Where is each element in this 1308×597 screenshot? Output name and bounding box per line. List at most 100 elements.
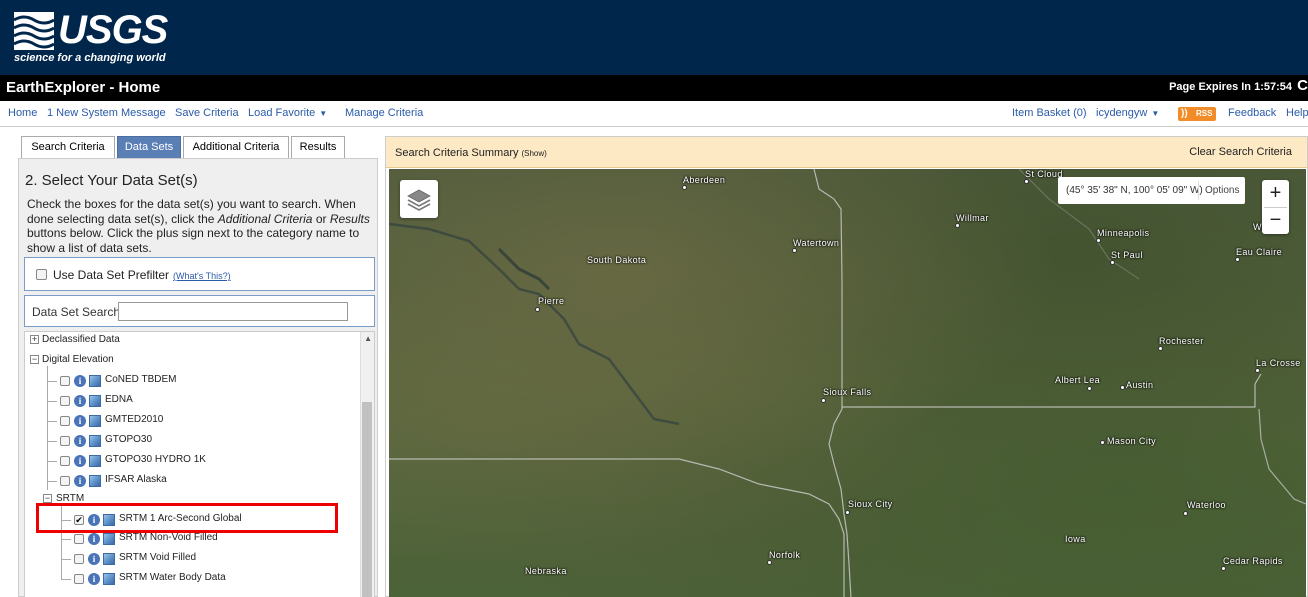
tree-connector [61,579,71,580]
nav-item-basket[interactable]: Item Basket (0) [1012,107,1087,119]
map-coverage-icon[interactable] [103,553,115,565]
map-coverage-icon[interactable] [89,375,101,387]
dataset-checkbox[interactable] [74,574,84,584]
city-marker [1235,257,1240,262]
city-marker [1120,385,1125,390]
dataset-checkbox[interactable] [74,534,84,544]
zoom-control: + − [1262,180,1289,234]
city-marker [1096,238,1101,243]
info-icon[interactable]: i [74,455,86,467]
map-coverage-icon[interactable] [103,573,115,585]
collapse-minus-icon[interactable]: − [43,494,52,503]
info-icon[interactable]: i [88,573,100,585]
nav-load-favorite-label: Load Favorite [248,107,316,119]
layers-button[interactable] [400,180,438,218]
tree-item[interactable]: i SRTM Water Body Data [25,570,325,588]
tab-additional-criteria[interactable]: Additional Criteria [183,136,289,158]
nav-feedback[interactable]: Feedback [1228,107,1276,119]
tree-item[interactable]: i IFSAR Alaska [25,472,325,490]
tree-connector [47,421,57,422]
nav-load-favorite[interactable]: Load Favorite ▼ [248,107,327,119]
expand-plus-icon[interactable]: + [30,335,39,344]
dataset-checkbox[interactable] [60,476,70,486]
map-coverage-icon[interactable] [103,533,115,545]
dataset-checkbox[interactable] [60,436,70,446]
map-label-sioux-falls: Sioux Falls [823,387,872,397]
tree-item[interactable]: i GTOPO30 HYDRO 1K [25,452,325,470]
tab-results[interactable]: Results [291,136,345,158]
collapse-minus-icon[interactable]: − [30,355,39,364]
city-marker [1024,179,1029,184]
map-label-willmar: Willmar [956,213,989,223]
dataset-search-input[interactable] [118,302,348,321]
criteria-summary-title[interactable]: Search Criteria Summary (Show) [395,147,547,159]
nav-save-criteria[interactable]: Save Criteria [175,107,239,119]
session-expires: Page Expires In 1:57:54 [1169,81,1292,93]
map-options-button[interactable]: Options [1205,185,1239,196]
city-marker [1100,440,1105,445]
usgs-tagline: science for a changing world [14,52,166,64]
dataset-checkbox[interactable] [60,376,70,386]
map-label-pierre: Pierre [538,296,565,306]
dataset-checkbox[interactable] [60,416,70,426]
tree-item[interactable]: i GMTED2010 [25,412,325,430]
info-icon[interactable]: i [74,415,86,427]
tree-category-label: Declassified Data [42,334,120,345]
info-icon[interactable]: i [74,475,86,487]
tree-item[interactable]: i GTOPO30 [25,432,325,450]
map-coverage-icon[interactable] [89,455,101,467]
zoom-in-button[interactable]: + [1262,180,1289,207]
map-coverage-icon[interactable] [89,395,101,407]
rss-button[interactable]: )) RSS [1178,107,1216,121]
nav-system-message[interactable]: 1 New System Message [47,107,166,119]
tree-item[interactable]: i SRTM Void Filled [25,550,325,568]
dataset-label: SRTM Water Body Data [119,572,226,583]
zoom-out-button[interactable]: − [1262,207,1289,234]
dataset-label: GMTED2010 [105,414,164,425]
dataset-checkbox[interactable] [60,456,70,466]
dataset-label: IFSAR Alaska [105,474,167,485]
tab-search-criteria[interactable]: Search Criteria [21,136,115,158]
tree-item[interactable]: i EDNA [25,392,325,410]
coordinates-readout: (45° 35' 38" N, 100° 05' 09" W) [1066,185,1203,196]
instructions-text: Check the boxes for the data set(s) you … [27,197,372,255]
tree-item[interactable]: i CoNED TBDEM [25,372,325,390]
map-label-austin: Austin [1126,380,1154,390]
info-icon[interactable]: i [74,435,86,447]
info-icon[interactable]: i [88,553,100,565]
map-coverage-icon[interactable] [89,475,101,487]
selection-highlight-box [36,503,338,533]
title-bar: EarthExplorer - Home Page Expires In 1:5… [0,75,1308,101]
tree-scrollbar[interactable]: ▲ [360,332,374,597]
criteria-show-link[interactable]: (Show) [521,149,546,158]
tab-data-sets[interactable]: Data Sets [117,136,181,158]
refresh-icon[interactable]: C [1297,77,1308,94]
map-label-rochester: Rochester [1159,336,1204,346]
scroll-up-icon[interactable]: ▲ [364,334,372,343]
map-label-eau-claire: Eau Claire [1236,247,1283,257]
instructions-emphasis: Additional Criteria [217,211,313,226]
map-coverage-icon[interactable] [89,415,101,427]
nav-manage-criteria[interactable]: Manage Criteria [345,107,423,119]
dataset-checkbox[interactable] [60,396,70,406]
scrollbar-thumb[interactable] [362,402,372,597]
coordinates-box: (45° 35' 38" N, 100° 05' 09" W) Options [1058,177,1245,204]
nav-home[interactable]: Home [8,107,37,119]
nav-help[interactable]: Help [1286,107,1308,119]
info-icon[interactable]: i [74,375,86,387]
divider [1198,181,1199,200]
map-label-cedar-rapids: Cedar Rapids [1223,556,1283,566]
info-icon[interactable]: i [74,395,86,407]
prefilter-checkbox[interactable] [36,269,47,280]
nav-user-menu[interactable]: icydengyw ▼ [1096,107,1159,119]
map-coverage-icon[interactable] [89,435,101,447]
tree-connector [47,381,57,382]
dataset-checkbox[interactable] [74,554,84,564]
info-icon[interactable]: i [88,533,100,545]
dataset-search-label: Data Set Search: [32,305,124,319]
whats-this-link[interactable]: (What's This?) [173,271,231,281]
clear-criteria-link[interactable]: Clear Search Criteria [1189,146,1292,158]
satellite-map[interactable]: St Cloud Aberdeen Willmar Watertown Minn… [389,169,1306,597]
map-label-st-paul: St Paul [1111,250,1143,260]
usgs-logo[interactable]: USGS science for a changing world [14,8,168,68]
